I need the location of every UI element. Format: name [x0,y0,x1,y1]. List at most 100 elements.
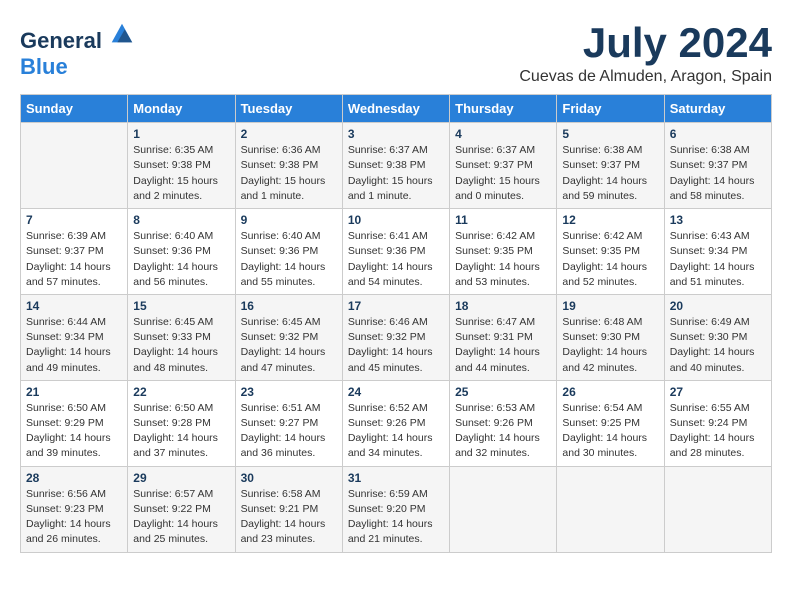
calendar-day-cell: 24Sunrise: 6:52 AMSunset: 9:26 PMDayligh… [342,380,449,466]
calendar-day-cell: 20 Sunrise: 6:49 AMSunset: 9:30 PMDayligh… [664,294,771,380]
sunset-text: Sunset: 9:26 PM [455,416,551,431]
calendar-week-row: 28Sunrise: 6:56 AMSunset: 9:23 PMDayligh… [21,466,772,552]
day-info: Sunrise: 6:50 AMSunset: 9:28 PMDaylight:… [133,401,229,462]
day-info: Sunrise: 6:53 AMSunset: 9:26 PMDaylight:… [455,401,551,462]
day-number: 9 [241,213,337,227]
daylight-text: Daylight: 14 hours and 58 minutes. [670,174,766,204]
day-number: 6 [670,127,766,141]
weekday-header-row: SundayMondayTuesdayWednesdayThursdayFrid… [21,95,772,123]
day-number: 15 [133,299,229,313]
daylight-text: Daylight: 14 hours and 45 minutes. [348,345,444,375]
weekday-header-friday: Friday [557,95,664,123]
day-number: 24 [348,385,444,399]
day-info: Sunrise: 6:55 AMSunset: 9:24 PMDaylight:… [670,401,766,462]
sunset-text: Sunset: 9:25 PM [562,416,658,431]
sunset-text: Sunset: 9:27 PM [241,416,337,431]
day-number: 11 [455,213,551,227]
sunset-text: Sunset: 9:30 PM [562,330,658,345]
calendar-day-cell [450,466,557,552]
day-info: Sunrise: 6:36 AMSunset: 9:38 PMDaylight:… [241,143,337,204]
sunrise-text: Sunrise: 6:50 AM [26,401,122,416]
sunset-text: Sunset: 9:32 PM [241,330,337,345]
sunset-text: Sunset: 9:38 PM [241,158,337,173]
day-number: 26 [562,385,658,399]
sunrise-text: Sunrise: 6:40 AM [133,229,229,244]
day-info: Sunrise: 6:41 AMSunset: 9:36 PMDaylight:… [348,229,444,290]
sunrise-text: Sunrise: 6:46 AM [348,315,444,330]
sunset-text: Sunset: 9:32 PM [348,330,444,345]
calendar-day-cell: 22 Sunrise: 6:50 AMSunset: 9:28 PMDayligh… [128,380,235,466]
sunrise-text: Sunrise: 6:54 AM [562,401,658,416]
sunset-text: Sunset: 9:31 PM [455,330,551,345]
day-info: Sunrise: 6:57 AMSunset: 9:22 PMDaylight:… [133,487,229,548]
day-number: 8 [133,213,229,227]
day-info: Sunrise: 6:48 AMSunset: 9:30 PMDaylight:… [562,315,658,376]
sunset-text: Sunset: 9:37 PM [562,158,658,173]
calendar-day-cell: 27 Sunrise: 6:55 AMSunset: 9:24 PMDayligh… [664,380,771,466]
day-number: 21 [26,385,122,399]
sunrise-text: Sunrise: 6:39 AM [26,229,122,244]
sunrise-text: Sunrise: 6:53 AM [455,401,551,416]
day-info: Sunrise: 6:42 AMSunset: 9:35 PMDaylight:… [455,229,551,290]
calendar-day-cell: 16Sunrise: 6:45 AMSunset: 9:32 PMDayligh… [235,294,342,380]
daylight-text: Daylight: 14 hours and 49 minutes. [26,345,122,375]
day-info: Sunrise: 6:43 AMSunset: 9:34 PMDaylight:… [670,229,766,290]
sunset-text: Sunset: 9:21 PM [241,502,337,517]
sunrise-text: Sunrise: 6:57 AM [133,487,229,502]
daylight-text: Daylight: 14 hours and 47 minutes. [241,345,337,375]
sunset-text: Sunset: 9:34 PM [670,244,766,259]
sunset-text: Sunset: 9:30 PM [670,330,766,345]
daylight-text: Daylight: 14 hours and 56 minutes. [133,260,229,290]
sunrise-text: Sunrise: 6:43 AM [670,229,766,244]
calendar-week-row: 7Sunrise: 6:39 AMSunset: 9:37 PMDaylight… [21,209,772,295]
day-number: 20 [670,299,766,313]
sunrise-text: Sunrise: 6:59 AM [348,487,444,502]
daylight-text: Daylight: 14 hours and 40 minutes. [670,345,766,375]
daylight-text: Daylight: 15 hours and 0 minutes. [455,174,551,204]
day-info: Sunrise: 6:47 AMSunset: 9:31 PMDaylight:… [455,315,551,376]
calendar-day-cell: 2 Sunrise: 6:36 AMSunset: 9:38 PMDaylight… [235,123,342,209]
sunrise-text: Sunrise: 6:51 AM [241,401,337,416]
day-number: 29 [133,471,229,485]
calendar-day-cell: 30Sunrise: 6:58 AMSunset: 9:21 PMDayligh… [235,466,342,552]
page-header: General Blue July 2024 Cuevas de Almuden… [20,20,772,86]
day-number: 27 [670,385,766,399]
day-number: 2 [241,127,337,141]
day-info: Sunrise: 6:37 AMSunset: 9:37 PMDaylight:… [455,143,551,204]
sunrise-text: Sunrise: 6:38 AM [670,143,766,158]
day-number: 1 [133,127,229,141]
title-block: July 2024 Cuevas de Almuden, Aragon, Spa… [519,20,772,86]
sunrise-text: Sunrise: 6:48 AM [562,315,658,330]
sunset-text: Sunset: 9:35 PM [562,244,658,259]
sunset-text: Sunset: 9:38 PM [133,158,229,173]
sunset-text: Sunset: 9:23 PM [26,502,122,517]
daylight-text: Daylight: 14 hours and 23 minutes. [241,517,337,547]
weekday-header-sunday: Sunday [21,95,128,123]
calendar-day-cell: 7Sunrise: 6:39 AMSunset: 9:37 PMDaylight… [21,209,128,295]
sunset-text: Sunset: 9:24 PM [670,416,766,431]
day-number: 4 [455,127,551,141]
day-info: Sunrise: 6:44 AMSunset: 9:34 PMDaylight:… [26,315,122,376]
day-number: 25 [455,385,551,399]
daylight-text: Daylight: 14 hours and 26 minutes. [26,517,122,547]
day-number: 30 [241,471,337,485]
sunrise-text: Sunrise: 6:45 AM [133,315,229,330]
sunrise-text: Sunrise: 6:37 AM [348,143,444,158]
day-number: 22 [133,385,229,399]
daylight-text: Daylight: 14 hours and 21 minutes. [348,517,444,547]
sunset-text: Sunset: 9:37 PM [455,158,551,173]
daylight-text: Daylight: 14 hours and 32 minutes. [455,431,551,461]
calendar-day-cell: 15 Sunrise: 6:45 AMSunset: 9:33 PMDayligh… [128,294,235,380]
day-info: Sunrise: 6:54 AMSunset: 9:25 PMDaylight:… [562,401,658,462]
day-number: 18 [455,299,551,313]
day-info: Sunrise: 6:45 AMSunset: 9:33 PMDaylight:… [133,315,229,376]
sunset-text: Sunset: 9:36 PM [348,244,444,259]
daylight-text: Daylight: 14 hours and 55 minutes. [241,260,337,290]
sunrise-text: Sunrise: 6:49 AM [670,315,766,330]
sunset-text: Sunset: 9:37 PM [26,244,122,259]
logo-blue: Blue [20,54,68,79]
day-number: 3 [348,127,444,141]
day-info: Sunrise: 6:45 AMSunset: 9:32 PMDaylight:… [241,315,337,376]
daylight-text: Daylight: 14 hours and 37 minutes. [133,431,229,461]
day-info: Sunrise: 6:40 AMSunset: 9:36 PMDaylight:… [133,229,229,290]
